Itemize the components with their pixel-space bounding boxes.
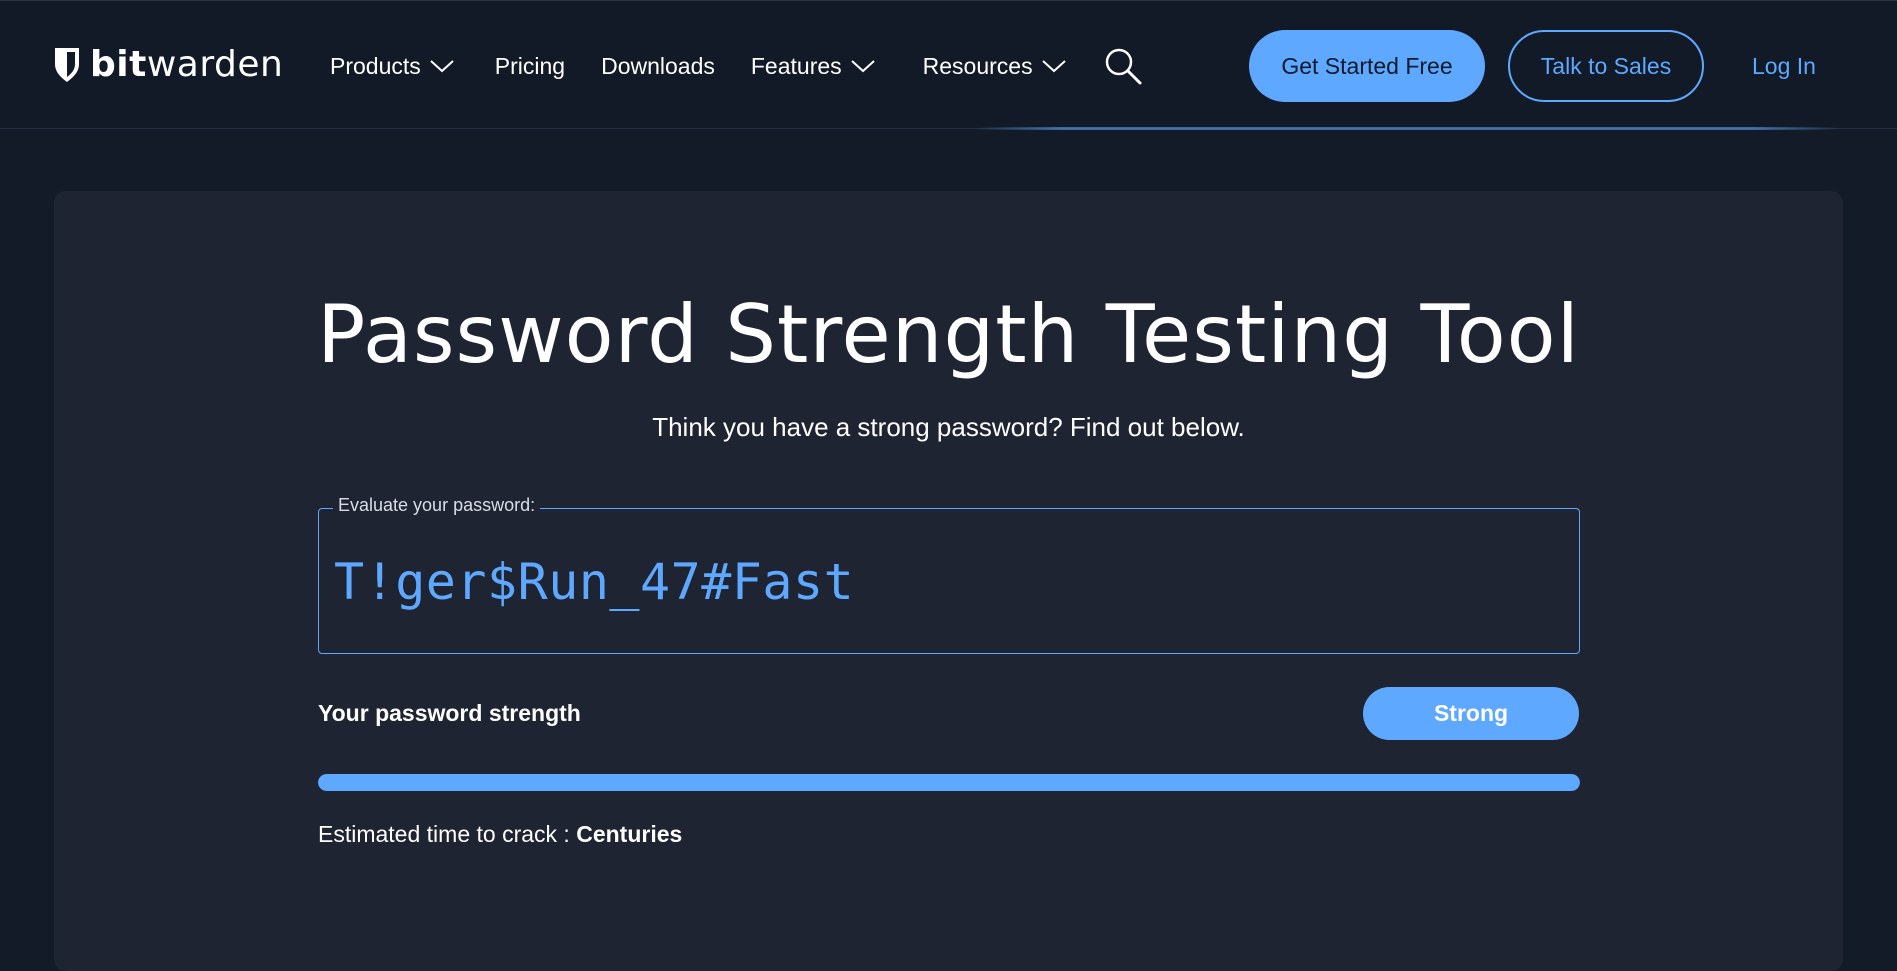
search-icon[interactable] [1103,46,1143,86]
get-started-free-button[interactable]: Get Started Free [1249,30,1485,102]
logo-wordmark-light: warden [146,44,284,85]
nav-pricing-label: Pricing [494,52,566,79]
password-field-legend: Evaluate your password: [333,494,541,516]
site-header: bitwarden Products Pricing Downloads Fea… [0,0,1897,130]
shield-logo-icon [55,48,79,82]
talk-to-sales-button[interactable]: Talk to Sales [1508,30,1704,102]
header-accent-divider [975,127,1840,130]
strength-meter [318,774,1580,791]
nav-products[interactable]: Products [330,53,455,80]
nav-downloads-label: Downloads [601,52,715,79]
crack-time-label: Estimated time to crack : [318,821,577,847]
nav-features-label: Features [750,52,842,79]
page-title: Password Strength Testing Tool [317,288,1580,381]
page-subtitle: Think you have a strong password? Find o… [652,412,1245,442]
nav-resources-label: Resources [922,52,1033,79]
crack-time-value: Centuries [576,821,683,847]
nav-resources[interactable]: Resources [923,53,1067,80]
bitwarden-logo[interactable]: bitwarden [53,45,283,85]
crack-time: Estimated time to crack : Centuries [318,819,682,849]
chevron-down-icon [430,60,454,73]
log-in-link[interactable]: Log In [1752,48,1816,84]
chevron-down-icon [1041,60,1066,73]
logo-wordmark: bitwarden [90,45,283,85]
nav-products-label: Products [330,52,421,79]
strength-badge: Strong [1363,687,1579,740]
chevron-down-icon [850,60,875,73]
main-nav: Products Pricing Downloads Features Reso… [330,41,1143,91]
logo-wordmark-bold: bit [90,44,147,85]
nav-features[interactable]: Features [751,53,876,80]
strength-label: Your password strength [318,700,581,726]
nav-pricing[interactable]: Pricing [495,53,565,80]
password-input[interactable] [334,550,1564,614]
nav-downloads[interactable]: Downloads [601,53,715,80]
strength-meter-fill [318,774,1580,791]
